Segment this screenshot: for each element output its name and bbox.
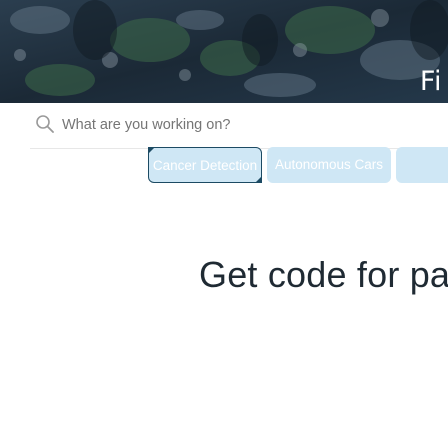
chip-next[interactable]	[396, 147, 448, 183]
search-input[interactable]	[62, 112, 442, 138]
page: Fi Cancer Detection Autonomous Cars Get …	[0, 0, 448, 448]
headline: Get code for paper	[199, 254, 448, 295]
search-icon	[35, 114, 55, 134]
chip-autonomous-cars[interactable]: Autonomous Cars	[267, 147, 391, 183]
chip-label: Cancer Detection	[152, 158, 258, 173]
chip-cancer-detection[interactable]: Cancer Detection	[148, 147, 262, 183]
chip-label: Autonomous Cars	[274, 157, 384, 172]
hero-banner: Fi	[0, 0, 448, 103]
focus-corner-bottom-right	[255, 176, 262, 183]
hero-title: Fi	[419, 66, 442, 97]
hero-background-image	[0, 0, 448, 103]
focus-corner-top-left	[148, 147, 155, 154]
search-bar	[20, 104, 448, 149]
